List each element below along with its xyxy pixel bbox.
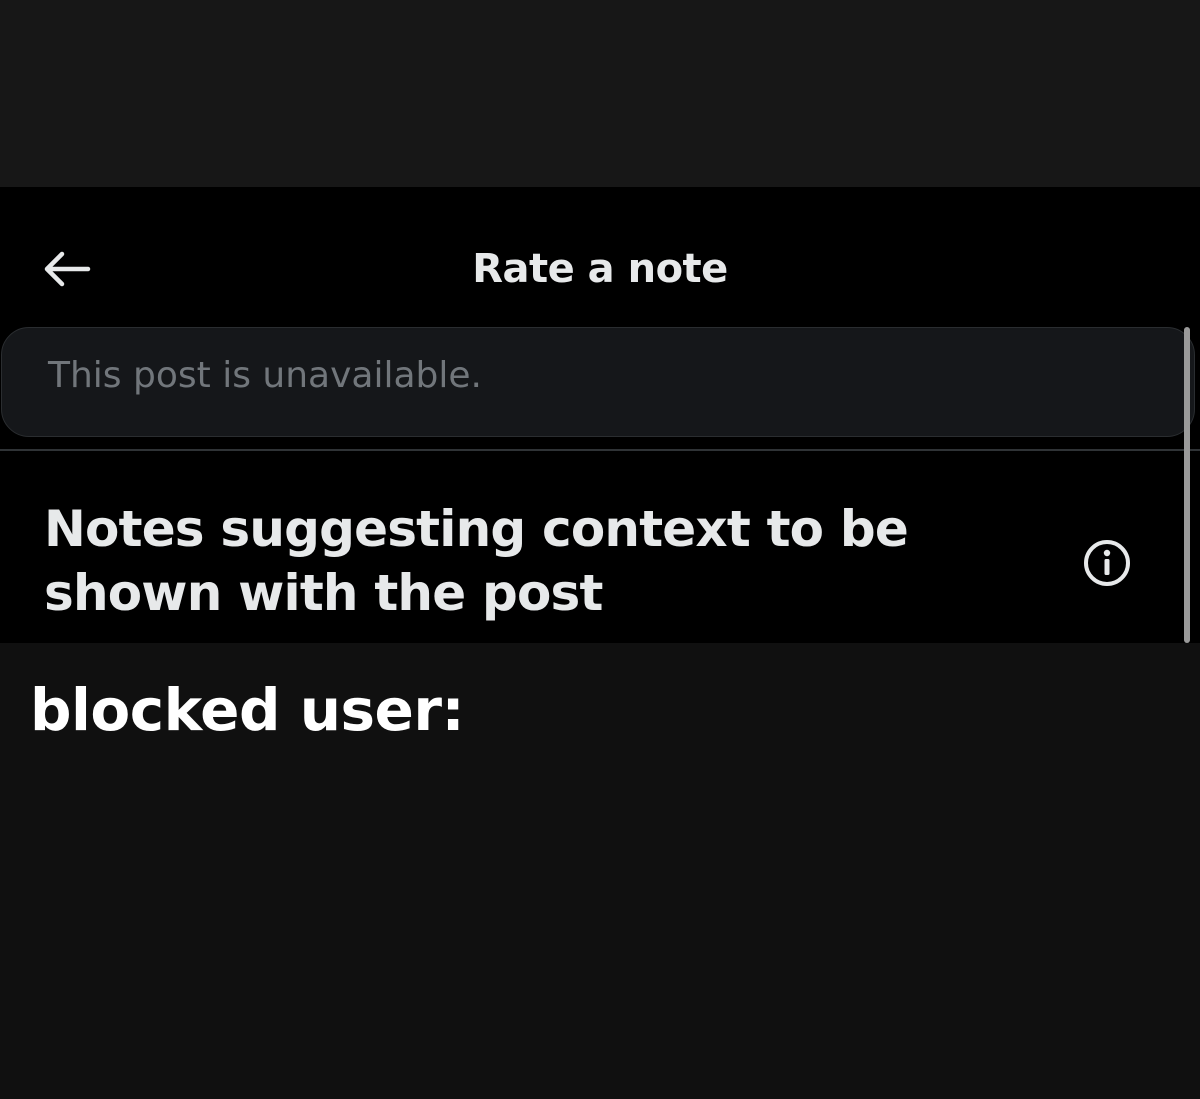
scrollbar[interactable] [1183,327,1191,643]
post-unavailable-text: This post is unavailable. [48,355,482,396]
top-background-band [0,0,1200,187]
top-app-bar: Rate a note [0,187,1200,327]
app-screenshot: Rate a note This post is unavailable. No… [0,187,1200,643]
page-title: Rate a note [472,246,728,292]
scrollbar-thumb[interactable] [1184,327,1190,643]
notes-section-title: Notes suggesting context to be shown wit… [44,500,909,622]
meme-caption: blocked user: [30,676,465,744]
section-divider [0,449,1200,451]
info-icon [1084,540,1130,586]
info-button[interactable] [1081,537,1133,589]
unavailable-post-card: This post is unavailable. [1,327,1195,437]
